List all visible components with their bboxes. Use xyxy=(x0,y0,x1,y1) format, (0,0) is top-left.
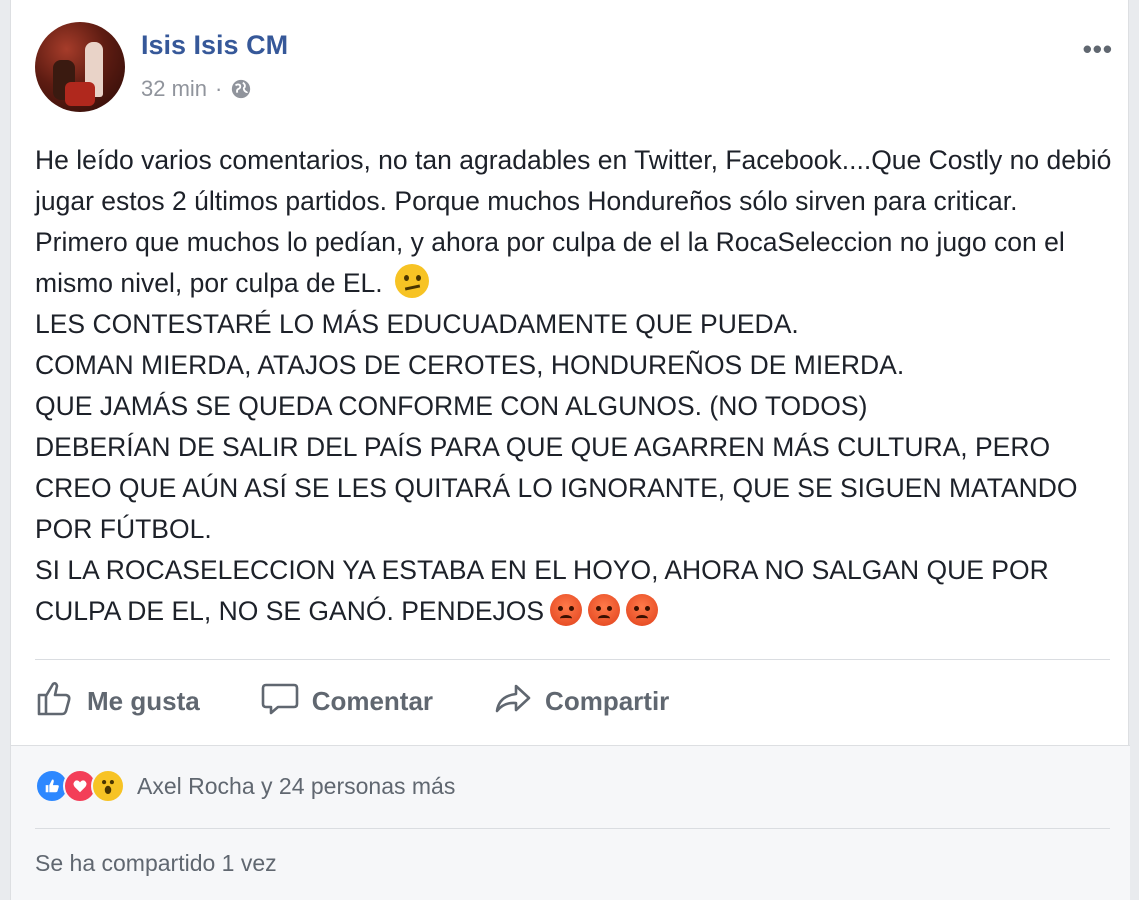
share-button[interactable]: Compartir xyxy=(493,678,669,725)
post-paragraph-2: LES CONTESTARÉ LO MÁS EDUCUADAMENTE QUE … xyxy=(35,309,799,339)
post-paragraph-1: He leído varios comentarios, no tan agra… xyxy=(35,145,1119,298)
like-label: Me gusta xyxy=(87,685,200,716)
post-body: He leído varios comentarios, no tan agra… xyxy=(35,140,1115,632)
author-name[interactable]: Isis Isis CM xyxy=(141,30,288,61)
avatar[interactable] xyxy=(35,22,125,112)
post-paragraph-6: SI LA ROCASELECCION YA ESTABA EN EL HOYO… xyxy=(35,555,1057,626)
post-time[interactable]: 32 min xyxy=(141,76,207,102)
post-paragraph-5: DEBERÍAN DE SALIR DEL PAÍS PARA QUE QUE … xyxy=(35,432,1085,544)
action-bar: Me gusta Comentar Compartir xyxy=(35,676,1110,726)
comment-button[interactable]: Comentar xyxy=(260,678,433,725)
more-options-icon[interactable]: ••• xyxy=(1083,34,1113,65)
globe-icon[interactable] xyxy=(230,78,252,100)
post-header: Isis Isis CM 32 min · ••• xyxy=(35,22,1115,112)
share-arrow-icon xyxy=(493,678,533,725)
meta-separator: · xyxy=(215,76,223,101)
reactions-summary[interactable]: Axel Rocha y 24 personas más xyxy=(35,766,455,806)
angry-emoji-icon xyxy=(550,594,583,626)
comment-label: Comentar xyxy=(311,685,434,716)
comment-bubble-icon xyxy=(260,678,300,725)
wow-reaction-icon xyxy=(91,769,125,803)
post-meta: 32 min · xyxy=(141,76,252,102)
reactions-text[interactable]: Axel Rocha y 24 personas más xyxy=(137,773,455,800)
like-button[interactable]: Me gusta xyxy=(35,678,200,725)
actions-divider xyxy=(35,659,1110,660)
angry-emoji-icon xyxy=(626,594,659,626)
post-footer: Axel Rocha y 24 personas más Se ha compa… xyxy=(11,745,1130,900)
footer-divider xyxy=(35,828,1110,829)
share-label: Compartir xyxy=(545,685,670,716)
shares-count[interactable]: Se ha compartido 1 vez xyxy=(35,850,277,877)
post-card: Isis Isis CM 32 min · ••• He leído vario… xyxy=(10,0,1130,900)
confused-emoji-icon xyxy=(394,264,429,298)
post-paragraph-3: COMAN MIERDA, ATAJOS DE CEROTES, HONDURE… xyxy=(35,350,905,380)
angry-emoji-icon xyxy=(588,594,621,626)
post-paragraph-4: QUE JAMÁS SE QUEDA CONFORME CON ALGUNOS.… xyxy=(35,391,868,421)
thumbs-up-icon xyxy=(35,678,75,725)
